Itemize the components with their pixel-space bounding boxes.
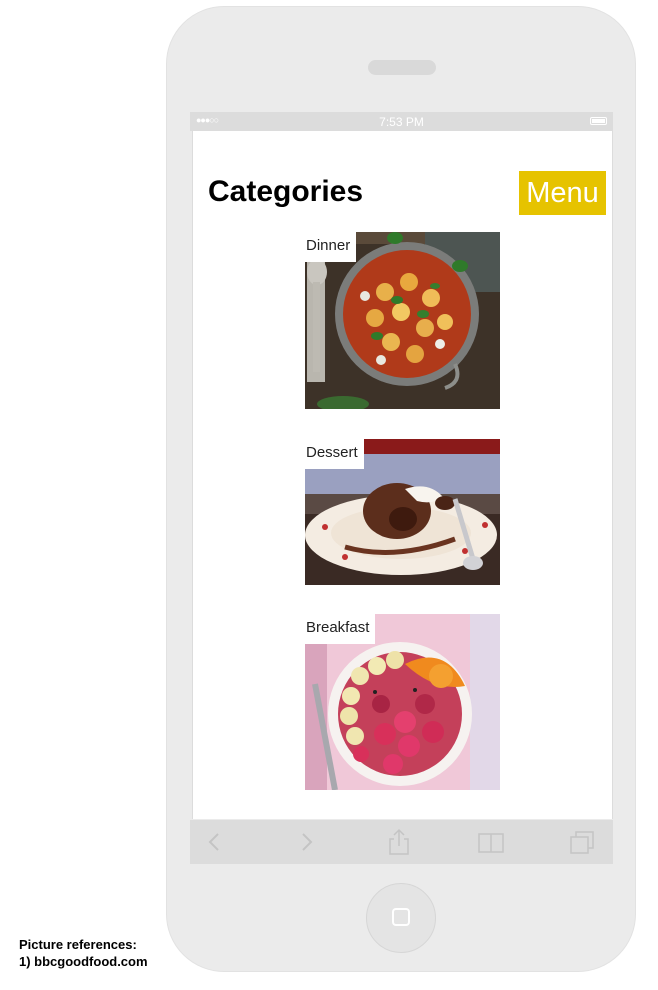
status-time: 7:53 PM bbox=[379, 115, 424, 129]
category-label-dessert: Dessert bbox=[305, 439, 364, 469]
home-button[interactable] bbox=[366, 883, 436, 953]
app-screen: Categories Menu Dinner Dessert Breakfast bbox=[192, 131, 613, 819]
menu-button[interactable]: Menu bbox=[519, 171, 606, 215]
page-title: Categories bbox=[208, 175, 364, 208]
share-icon[interactable] bbox=[382, 826, 416, 858]
category-card-dinner[interactable]: Dinner bbox=[305, 232, 500, 409]
forward-icon[interactable] bbox=[289, 826, 323, 858]
home-square-icon bbox=[392, 908, 410, 926]
reference-item: 1) bbcgoodfood.com bbox=[19, 954, 148, 969]
category-card-breakfast[interactable]: Breakfast bbox=[305, 614, 500, 790]
status-bar: ●●●○○ 7:53 PM bbox=[190, 112, 613, 131]
tabs-icon[interactable] bbox=[565, 826, 599, 858]
references-heading: Picture references: bbox=[19, 937, 137, 952]
bookmarks-icon[interactable] bbox=[474, 826, 508, 858]
speaker-grille bbox=[368, 60, 436, 75]
picture-references: Picture references: 1) bbcgoodfood.com bbox=[19, 936, 148, 970]
category-card-dessert[interactable]: Dessert bbox=[305, 439, 500, 585]
category-label-breakfast: Breakfast bbox=[305, 614, 376, 644]
back-icon[interactable] bbox=[198, 826, 232, 858]
category-label-dinner: Dinner bbox=[305, 232, 357, 262]
browser-toolbar bbox=[190, 820, 613, 864]
battery-icon bbox=[590, 117, 607, 125]
